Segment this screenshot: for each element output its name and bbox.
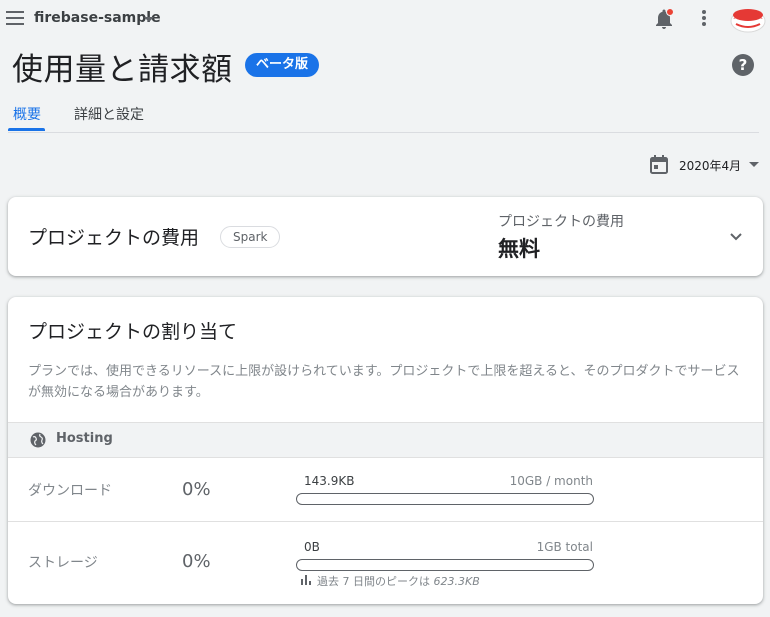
plan-chip: Spark [220, 226, 281, 248]
quota-used: 143.9KB [304, 474, 355, 488]
expand-more-icon[interactable] [730, 233, 742, 241]
project-allocation-card: プロジェクトの割り当て プランでは、使用できるリソースに上限が設けられています。… [8, 297, 763, 604]
bar-chart-icon [301, 575, 311, 585]
section-label: Hosting [56, 431, 113, 446]
menu-icon[interactable] [6, 11, 24, 25]
quota-name: ダウンロード [28, 483, 112, 499]
page-title: 使用量と請求額 [12, 52, 233, 88]
quota-percent: 0% [182, 551, 211, 572]
quota-row-storage: ストレージ 0% 0B 1GB total 過去 7 日間のピークは 623.3… [8, 523, 763, 589]
active-tab-indicator [8, 128, 45, 131]
cost-card-title: プロジェクトの費用 [28, 227, 200, 249]
date-picker-value: 2020年4月 [679, 159, 742, 173]
allocation-card-title: プロジェクトの割り当て [28, 321, 238, 343]
quota-limit: 10GB / month [509, 474, 593, 488]
quota-name: ストレージ [28, 555, 98, 571]
quota-limit: 1GB total [536, 540, 593, 554]
top-bar: firebase-sample [0, 0, 770, 40]
cost-label: プロジェクトの費用 [498, 214, 624, 230]
cost-value: 無料 [498, 237, 540, 261]
project-selector[interactable]: firebase-sample [34, 10, 161, 26]
notification-bell-icon[interactable] [654, 8, 674, 30]
chevron-down-icon [749, 162, 759, 167]
calendar-icon [650, 155, 668, 174]
quota-used: 0B [304, 540, 320, 554]
avatar[interactable] [730, 4, 766, 34]
quota-progress-bar [296, 559, 594, 571]
allocation-description: プランでは、使用できるリソースに上限が設けられています。プロジェクトで上限を超え… [28, 364, 740, 400]
chevron-down-icon[interactable] [144, 17, 154, 22]
tab-details-settings[interactable]: 詳細と設定 [74, 104, 144, 124]
quota-progress-bar [296, 493, 594, 505]
quota-row-download: ダウンロード 0% 143.9KB 10GB / month [8, 458, 763, 522]
hosting-section-header: Hosting [8, 422, 763, 458]
help-icon[interactable]: ? [732, 54, 754, 76]
peak-usage-text: 過去 7 日間のピークは 623.3KB [317, 573, 480, 589]
quota-percent: 0% [182, 479, 211, 500]
tab-overview[interactable]: 概要 [13, 104, 41, 124]
peak-usage-prefix: 過去 7 日間のピークは [317, 575, 430, 588]
tab-bar: 概要 詳細と設定 [8, 100, 759, 133]
globe-icon [30, 432, 46, 448]
project-cost-card[interactable]: プロジェクトの費用 Spark プロジェクトの費用 無料 [8, 197, 763, 276]
peak-usage-value: 623.3KB [433, 575, 480, 588]
date-picker[interactable]: 2020年4月 [648, 153, 762, 177]
beta-badge: ベータ版 [245, 53, 320, 77]
more-vert-icon[interactable] [697, 10, 711, 30]
